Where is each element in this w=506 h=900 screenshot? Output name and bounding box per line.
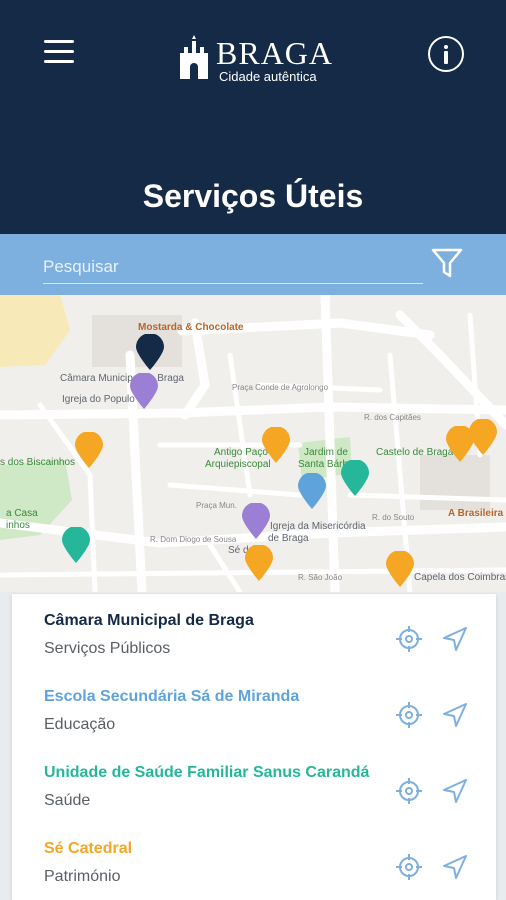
map-pin-patrimonio[interactable] <box>469 419 497 455</box>
map-label: R. dos Capitães <box>364 413 421 422</box>
map-label: Jardim de <box>304 447 348 458</box>
map-pin-saude[interactable] <box>341 460 369 496</box>
map-pin-saude[interactable] <box>62 527 90 563</box>
map-pin-outros[interactable] <box>242 503 270 539</box>
map-pin-patrimonio[interactable] <box>386 551 414 587</box>
list-item[interactable]: Sé Catedral Património <box>12 822 496 898</box>
map-view[interactable]: Mostarda & Chocolate Câmara Municipal de… <box>0 295 506 592</box>
map-label: R. do Souto <box>372 513 415 522</box>
map-label: Igreja do Populo <box>62 394 135 405</box>
logo-tagline: Cidade autêntica <box>219 69 317 84</box>
item-name: Escola Secundária Sá de Miranda <box>44 688 300 705</box>
crosshair-locate-icon[interactable] <box>394 776 424 806</box>
map-label: R. São João <box>298 573 343 582</box>
map-label: Câmara Municipal de Braga <box>60 373 184 384</box>
page-title: Serviços Úteis <box>142 178 364 214</box>
map-label: inhos <box>6 520 30 531</box>
map-label: s dos Biscainhos <box>0 457 76 468</box>
crosshair-locate-icon[interactable] <box>394 852 424 882</box>
map-pin-patrimonio[interactable] <box>75 432 103 468</box>
list-item[interactable]: Escola Secundária Sá de Miranda Educação <box>12 670 496 746</box>
map-pin-educacao[interactable] <box>298 473 326 509</box>
map-pin-servicos-publicos[interactable] <box>136 334 164 370</box>
crosshair-locate-icon[interactable] <box>394 700 424 730</box>
map-label: de Braga <box>268 533 309 544</box>
map-label: Praça Conde de Agrolongo <box>232 383 329 392</box>
map-label: Castelo de Braga <box>376 447 454 458</box>
map-label: Mostarda & Chocolate <box>138 322 244 333</box>
map-pin-patrimonio[interactable] <box>262 427 290 463</box>
map-label: A Brasileira <box>448 508 504 519</box>
list-item[interactable]: Câmara Municipal de Braga Serviços Públi… <box>12 594 496 670</box>
navigation-arrow-icon[interactable] <box>440 624 470 654</box>
services-list: Câmara Municipal de Braga Serviços Públi… <box>12 594 496 900</box>
navigation-arrow-icon[interactable] <box>440 700 470 730</box>
map-label: Capela dos Coimbras <box>414 572 506 583</box>
map-label: Arquiepiscopal <box>205 459 271 470</box>
filter-funnel-icon[interactable] <box>430 246 464 280</box>
item-name: Unidade de Saúde Familiar Sanus Carandá <box>44 764 370 781</box>
braga-crest-icon <box>180 35 208 79</box>
item-category: Saúde <box>44 792 91 809</box>
list-item[interactable]: Unidade de Saúde Familiar Sanus Carandá … <box>12 746 496 822</box>
item-category: Serviços Públicos <box>44 640 171 657</box>
map-label: Praça Mun. <box>196 501 237 510</box>
map-label: Igreja da Misericórdia <box>270 521 366 532</box>
map-pin-patrimonio[interactable] <box>245 545 273 581</box>
hamburger-menu-icon[interactable] <box>44 40 76 68</box>
crosshair-locate-icon[interactable] <box>394 624 424 654</box>
logo-word: BRAGA <box>216 35 334 71</box>
search-input[interactable] <box>43 250 423 284</box>
item-name: Câmara Municipal de Braga <box>44 612 254 629</box>
navigation-arrow-icon[interactable] <box>440 776 470 806</box>
braga-logo: BRAGA Cidade autêntica <box>176 33 336 85</box>
item-category: Educação <box>44 716 116 733</box>
app-header: BRAGA Cidade autêntica Serviços Úteis <box>0 0 506 234</box>
info-icon[interactable] <box>428 36 464 72</box>
item-category: Património <box>44 868 121 885</box>
map-label: a Casa <box>6 508 38 519</box>
map-label: Antigo Paço <box>214 447 268 458</box>
navigation-arrow-icon[interactable] <box>440 852 470 882</box>
map-pin-outros[interactable] <box>130 373 158 409</box>
item-name: Sé Catedral <box>44 840 133 857</box>
map-label: R. Dom Diogo de Sousa <box>150 535 237 544</box>
